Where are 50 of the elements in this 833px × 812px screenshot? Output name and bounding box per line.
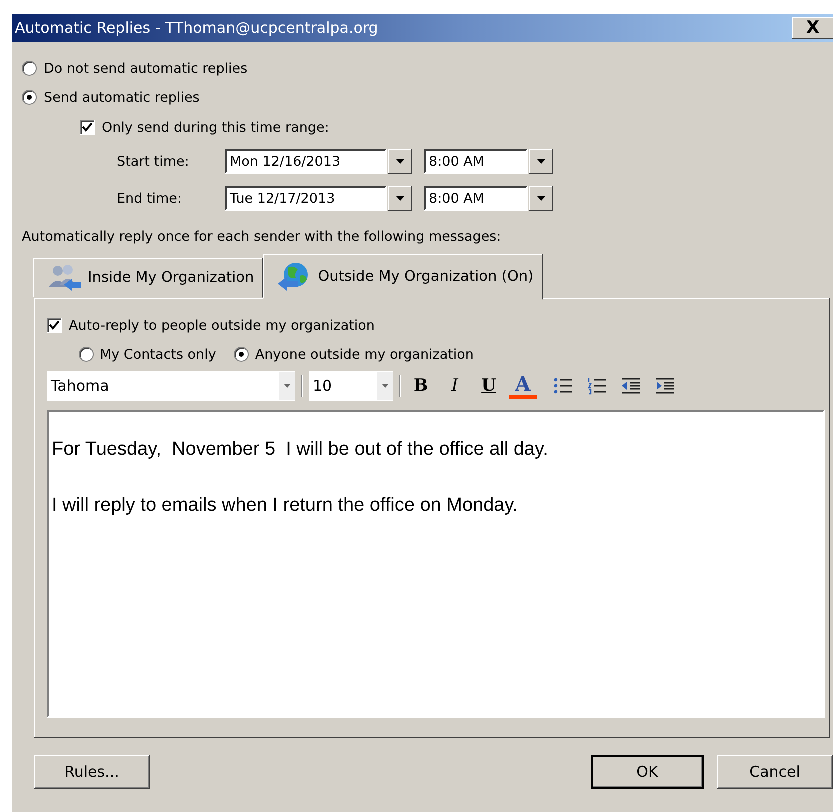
date-field[interactable]: Tue 12/17/2013: [225, 186, 387, 211]
caret-icon: [396, 196, 404, 201]
dropdown-button[interactable]: [388, 149, 412, 174]
caret-icon: [396, 159, 404, 164]
italic-button[interactable]: I: [441, 372, 469, 400]
checkbox-label: Only send during this time range:: [102, 120, 330, 136]
caret-icon: [536, 196, 546, 201]
time-label: End time:: [117, 190, 183, 206]
dropdown-button[interactable]: [388, 186, 412, 211]
dialog-button[interactable]: Rules...: [34, 755, 150, 789]
radio-label: Anyone outside my organization: [255, 346, 474, 362]
tab[interactable]: Outside My Organization (On): [263, 254, 543, 300]
radio-label: My Contacts only: [100, 346, 216, 362]
caret-icon: [284, 384, 290, 388]
caret-icon: [382, 384, 388, 388]
checkbox[interactable]: [47, 318, 62, 333]
instruction-text: Automatically reply once for each sender with the following messages:: [22, 229, 502, 247]
time-field[interactable]: 8:00 AM: [424, 186, 528, 211]
dialog-button[interactable]: Cancel: [717, 755, 833, 789]
radio-button[interactable]: [79, 347, 94, 362]
checkbox[interactable]: [80, 120, 95, 135]
close-button[interactable]: X: [792, 17, 833, 39]
message-text: I will reply to emails when I return the office on Monday.: [52, 495, 520, 517]
radio-button[interactable]: [234, 347, 250, 362]
people-icon: [46, 263, 82, 293]
indent-icon: [655, 377, 675, 395]
checkbox-label: Auto-reply to people outside my organization: [69, 318, 375, 334]
font-color-button[interactable]: A: [509, 373, 537, 399]
outdent-icon: [621, 377, 641, 395]
dropdown-button[interactable]: [529, 149, 553, 174]
bold-button[interactable]: B: [407, 372, 435, 400]
window-title: Automatic Replies - TThoman@ucpcentralpa.org: [15, 19, 378, 37]
dialog-button[interactable]: OK: [590, 755, 704, 789]
radio-button[interactable]: [22, 90, 37, 105]
message-editor[interactable]: For Tuesday, November 5 I will be out of the office all day. I will reply to emails when I return the office on Monday.: [47, 410, 825, 718]
bullet-list-icon: [553, 377, 573, 395]
time-label: Start time:: [117, 154, 190, 170]
dropdown-button[interactable]: [529, 186, 553, 211]
numbered-list-icon: [587, 377, 607, 395]
radio-label: Do not send automatic replies: [44, 60, 248, 76]
caret-icon: [536, 159, 546, 164]
radio-button[interactable]: [22, 61, 37, 76]
size-dropdown[interactable]: 10: [309, 371, 393, 401]
radio-label: Send automatic replies: [44, 90, 200, 106]
font-dropdown[interactable]: Tahoma: [47, 371, 295, 401]
underline-button[interactable]: U: [475, 372, 503, 400]
date-field[interactable]: Mon 12/16/2013: [225, 149, 387, 174]
message-text: For Tuesday, November 5 I will be out of the office all day.: [52, 439, 550, 461]
tab[interactable]: Inside My Organization: [33, 258, 264, 298]
time-field[interactable]: 8:00 AM: [424, 149, 528, 174]
